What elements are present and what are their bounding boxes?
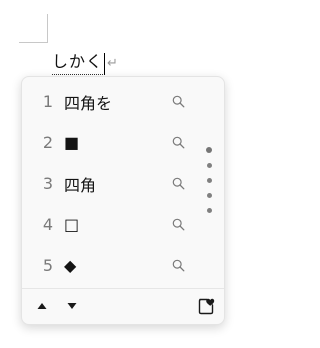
emoji-heart-icon[interactable] xyxy=(195,295,217,317)
search-icon[interactable] xyxy=(172,177,185,190)
scroll-dot xyxy=(207,208,212,213)
triangle-down-icon xyxy=(67,303,77,309)
previous-page-button[interactable] xyxy=(34,299,50,313)
search-icon[interactable] xyxy=(172,136,185,149)
candidate-footer xyxy=(22,289,224,324)
candidate-text: 四角 xyxy=(64,175,97,195)
scroll-dot xyxy=(207,178,212,183)
candidate-item-1[interactable]: 1 四角を xyxy=(22,81,224,122)
candidate-number: 5 xyxy=(42,256,54,275)
candidate-text: □ xyxy=(64,215,80,234)
candidate-item-4[interactable]: 4 □ xyxy=(22,204,224,245)
scroll-dot xyxy=(207,193,212,198)
candidate-item-5[interactable]: 5 ◆ xyxy=(22,245,224,286)
candidate-number: 4 xyxy=(42,215,54,234)
candidate-number: 3 xyxy=(42,174,54,193)
search-icon[interactable] xyxy=(172,218,185,231)
candidate-text: ■ xyxy=(64,133,80,152)
document-page: しかく ↵ 1 四角を 2 ■ 3 四角 4 □ 5 ◆ xyxy=(0,0,245,348)
candidate-item-3[interactable]: 3 四角 xyxy=(22,163,224,204)
scroll-dot xyxy=(207,163,212,168)
candidate-list: 1 四角を 2 ■ 3 四角 4 □ 5 ◆ xyxy=(22,81,224,286)
candidate-number: 2 xyxy=(42,133,54,152)
search-icon[interactable] xyxy=(172,259,185,272)
candidate-text: ◆ xyxy=(64,256,77,275)
paragraph-return-mark: ↵ xyxy=(107,56,118,71)
ime-candidate-window: 1 四角を 2 ■ 3 四角 4 □ 5 ◆ xyxy=(21,76,225,325)
candidate-text: 四角を xyxy=(64,93,113,113)
ime-composition-text[interactable]: しかく xyxy=(52,51,104,75)
page-margin-mark xyxy=(19,14,48,43)
candidate-item-2[interactable]: 2 ■ xyxy=(22,122,224,163)
document-text-line[interactable]: しかく ↵ xyxy=(52,49,118,75)
triangle-up-icon xyxy=(37,303,47,309)
candidate-number: 1 xyxy=(42,92,54,111)
search-icon[interactable] xyxy=(172,95,185,108)
scroll-dot-active xyxy=(206,147,212,153)
text-caret xyxy=(104,53,106,75)
next-page-button[interactable] xyxy=(64,299,80,313)
scroll-indicator[interactable] xyxy=(206,147,214,219)
